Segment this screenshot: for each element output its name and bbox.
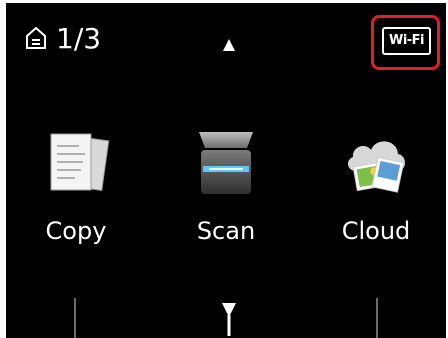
printer-lcd-screen: 1/3 Wi-Fi Copy Scan Cloud: [6, 3, 446, 338]
copy-button[interactable]: Copy: [6, 118, 146, 268]
scan-label: Scan: [196, 217, 256, 245]
cloud-button[interactable]: Cloud: [306, 118, 446, 268]
wifi-button[interactable]: Wi-Fi: [382, 27, 431, 55]
divider-left: [74, 298, 76, 338]
scroll-down-arrow-icon[interactable]: [219, 301, 239, 336]
cloud-label: Cloud: [341, 217, 411, 245]
copy-documents-icon: [50, 133, 110, 191]
scan-button[interactable]: Scan: [156, 118, 296, 268]
divider-right: [376, 298, 378, 338]
page-counter: 1/3: [56, 22, 102, 55]
home-icon[interactable]: [26, 27, 46, 49]
scanner-icon: [199, 132, 253, 194]
status-bar: 1/3 Wi-Fi: [6, 3, 446, 83]
scroll-up-arrow-icon[interactable]: [222, 38, 236, 52]
copy-label: Copy: [45, 217, 107, 245]
cloud-photos-icon: [347, 141, 405, 193]
